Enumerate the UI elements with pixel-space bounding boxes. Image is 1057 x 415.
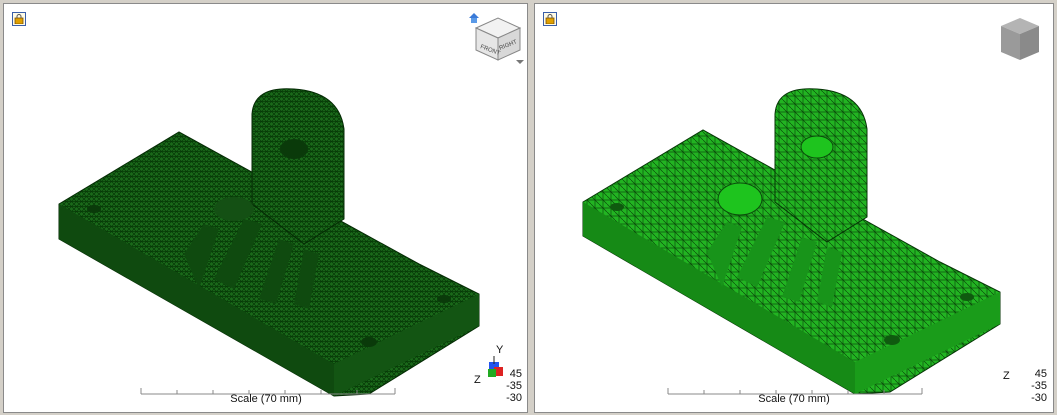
depth-value: -35 — [506, 380, 522, 392]
scale-label: Scale (70 mm) — [230, 393, 302, 405]
axis-z-label: Z — [1003, 370, 1010, 382]
depth-readout: 45 -35 -30 — [1029, 368, 1047, 404]
depth-value: 45 — [1034, 368, 1047, 380]
mesh-model-left — [58, 88, 480, 397]
depth-value: 45 — [509, 368, 522, 380]
depth-value: -30 — [1031, 392, 1047, 404]
depth-value: -30 — [506, 392, 522, 404]
depth-readout: 45 -35 -30 — [504, 368, 522, 404]
axis-y-label: Y — [496, 344, 504, 356]
mesh-model-right — [582, 88, 1001, 395]
depth-value: -35 — [1031, 380, 1047, 392]
scale-label: Scale (70 mm) — [758, 393, 830, 405]
viewport-right[interactable]: Z 45 -35 -30 Scale (70 mm) — [534, 3, 1054, 413]
viewport-left[interactable]: FRONT RIGHT Y Z 45 -35 -30 Scale (70 mm) — [3, 3, 528, 413]
axis-z-label: Z — [474, 374, 481, 386]
